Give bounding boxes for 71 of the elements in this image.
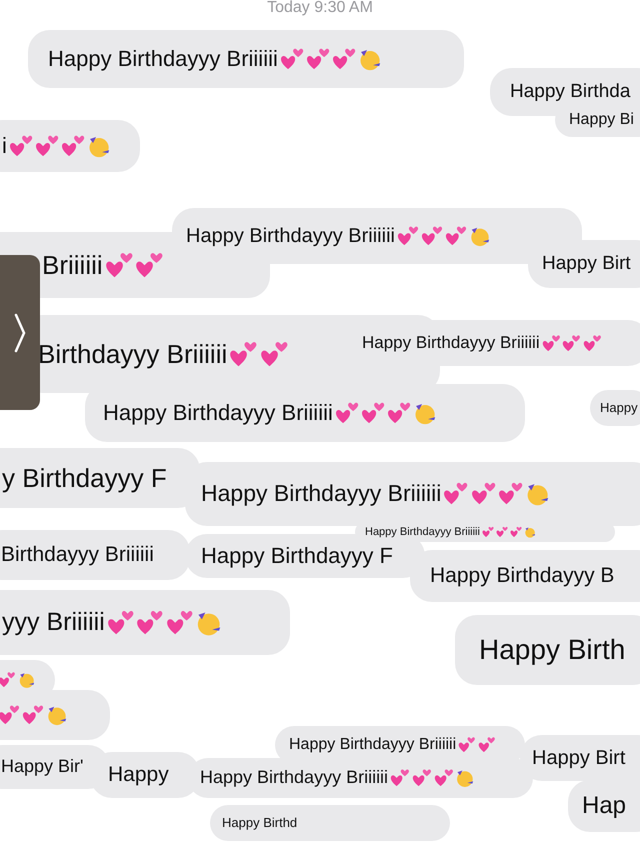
two-hearts-icon [22,704,44,726]
message-text: Birthdayyy Briiiiii [1,543,154,567]
party-emoji-icon [46,704,68,726]
message-text: Happy Bi [569,111,634,129]
two-hearts-icon [583,334,602,352]
message-text: Happy Bir' [1,757,84,777]
two-hearts-icon [390,768,410,788]
side-panel-handle[interactable] [0,255,40,410]
two-hearts-icon [106,608,134,636]
two-hearts-icon [136,608,164,636]
message-text: Happy Birthdayyy Briiiiii [362,334,540,352]
party-emoji-icon [468,225,491,247]
party-emoji-icon [455,768,476,788]
two-hearts-icon [104,250,134,280]
two-hearts-icon [510,526,522,538]
two-hearts-icon [434,768,454,788]
message-text: Happy Birthdayyy Briiiiii [289,736,456,754]
two-hearts-icon [35,134,60,158]
two-hearts-icon [332,46,356,72]
message-text: yyy Briiiiii [2,608,105,636]
two-hearts-icon [361,400,386,426]
message-text: Happy Birthd [222,816,298,830]
chevron-right-icon [14,312,26,352]
message-text: y Birthdayyy F [2,464,167,492]
party-emoji-icon [524,526,536,538]
message-text: i [2,134,7,158]
two-hearts-icon [496,526,508,538]
two-hearts-icon [482,526,494,538]
two-hearts-icon [542,334,560,352]
timestamp: Today 9:30 AM [266,0,374,16]
party-emoji-icon [18,671,36,689]
two-hearts-icon [478,736,496,754]
message-text: Happy Birt [532,747,626,769]
two-hearts-icon [498,481,524,507]
two-hearts-icon [280,46,304,72]
two-hearts-icon [458,736,476,754]
message-text: Happy Birthdayyy F [201,544,393,568]
two-hearts-icon [8,134,34,158]
message-text: Happy Birthdayyy Briiiiii [201,481,442,507]
two-hearts-icon [0,671,16,689]
message-text: Happy Birthdayyy Briiiiii [103,400,333,426]
message-text: Happy Birthdayyy Briiiiii [200,768,388,788]
two-hearts-icon [444,225,467,247]
message-text: Happy Birthdayyy B [430,564,614,588]
two-hearts-icon [61,134,86,158]
two-hearts-icon [0,704,20,726]
two-hearts-icon [470,481,496,507]
message-text: Happy Birth [479,634,626,666]
two-hearts-icon [229,340,258,368]
two-hearts-icon [420,225,443,247]
message-text: Happy Birthdayyy Briiiiii [186,225,395,247]
message-text: Happy Birthda [510,82,630,102]
two-hearts-icon [334,400,360,426]
two-hearts-icon [396,225,419,247]
message-text: Happy Birthdayyy Briiiiii [365,526,480,538]
two-hearts-icon [306,46,330,72]
message-text: Happy Birt [542,254,631,274]
two-hearts-icon [562,334,581,352]
two-hearts-icon [166,608,194,636]
two-hearts-icon [387,400,412,426]
two-hearts-icon [135,250,164,280]
message-text: Happy [600,400,638,416]
message-text: Birthdayyy Briiiiii [38,340,228,368]
message-text: Happy Birthdayyy Briiiiii [48,46,278,72]
two-hearts-icon [412,768,432,788]
party-emoji-icon [525,481,550,507]
two-hearts-icon [260,340,288,368]
message-text: Hap [582,792,626,820]
two-hearts-icon [443,481,469,507]
message-text: Happy [108,763,169,787]
message-text: Briiiiii [42,250,103,280]
